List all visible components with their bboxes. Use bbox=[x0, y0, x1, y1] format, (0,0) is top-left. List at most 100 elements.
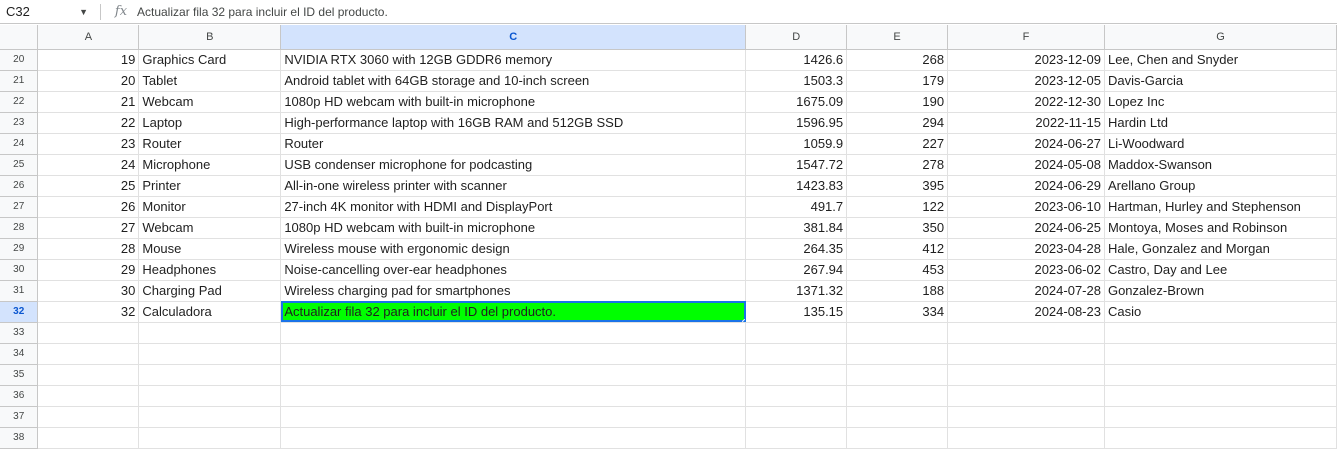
cell-g34[interactable] bbox=[1104, 343, 1337, 365]
cell-c20[interactable]: NVIDIA RTX 3060 with 12GB GDDR6 memory bbox=[280, 49, 747, 71]
row-header[interactable]: 28 bbox=[0, 217, 39, 239]
cell-f24[interactable]: 2024-06-27 bbox=[947, 133, 1105, 155]
cell-b38[interactable] bbox=[138, 427, 282, 449]
cell-b32[interactable]: Calculadora bbox=[138, 301, 282, 323]
cell-b35[interactable] bbox=[138, 364, 282, 386]
cell-b36[interactable] bbox=[138, 385, 282, 407]
cell-d38[interactable] bbox=[745, 427, 848, 449]
cell-d27[interactable]: 491.7 bbox=[745, 196, 848, 218]
row-header[interactable]: 29 bbox=[0, 238, 39, 260]
name-box[interactable]: C32 ▼ bbox=[0, 1, 96, 23]
cell-a21[interactable]: 20 bbox=[37, 70, 140, 92]
row-header[interactable]: 35 bbox=[0, 364, 39, 386]
cell-a34[interactable] bbox=[37, 343, 140, 365]
row-header[interactable]: 23 bbox=[0, 112, 39, 134]
cell-b20[interactable]: Graphics Card bbox=[138, 49, 282, 71]
cell-c26[interactable]: All-in-one wireless printer with scanner bbox=[280, 175, 747, 197]
cell-e33[interactable] bbox=[846, 322, 949, 344]
cell-c38[interactable] bbox=[280, 427, 747, 449]
cell-a33[interactable] bbox=[37, 322, 140, 344]
cell-g26[interactable]: Arellano Group bbox=[1104, 175, 1337, 197]
dropdown-caret-icon[interactable]: ▼ bbox=[79, 7, 88, 17]
cell-c30[interactable]: Noise-cancelling over-ear headphones bbox=[280, 259, 747, 281]
row-header[interactable]: 30 bbox=[0, 259, 39, 281]
cell-d36[interactable] bbox=[745, 385, 848, 407]
row-header[interactable]: 33 bbox=[0, 322, 39, 344]
cell-a35[interactable] bbox=[37, 364, 140, 386]
cell-f29[interactable]: 2023-04-28 bbox=[947, 238, 1105, 260]
cell-d35[interactable] bbox=[745, 364, 848, 386]
cell-a30[interactable]: 29 bbox=[37, 259, 140, 281]
cell-a24[interactable]: 23 bbox=[37, 133, 140, 155]
cell-b37[interactable] bbox=[138, 406, 282, 428]
cell-c37[interactable] bbox=[280, 406, 747, 428]
cell-g25[interactable]: Maddox-Swanson bbox=[1104, 154, 1337, 176]
row-header[interactable]: 21 bbox=[0, 70, 39, 92]
cell-d25[interactable]: 1547.72 bbox=[745, 154, 848, 176]
cell-e38[interactable] bbox=[846, 427, 949, 449]
formula-input[interactable]: Actualizar fila 32 para incluir el ID de… bbox=[135, 5, 388, 19]
cell-d30[interactable]: 267.94 bbox=[745, 259, 848, 281]
cell-a23[interactable]: 22 bbox=[37, 112, 140, 134]
cell-d26[interactable]: 1423.83 bbox=[745, 175, 848, 197]
cell-d37[interactable] bbox=[745, 406, 848, 428]
cell-g27[interactable]: Hartman, Hurley and Stephenson bbox=[1104, 196, 1337, 218]
cell-f20[interactable]: 2023-12-09 bbox=[947, 49, 1105, 71]
column-header-e[interactable]: E bbox=[846, 25, 949, 50]
cell-f22[interactable]: 2022-12-30 bbox=[947, 91, 1105, 113]
row-header[interactable]: 26 bbox=[0, 175, 39, 197]
cell-c33[interactable] bbox=[280, 322, 747, 344]
cell-d20[interactable]: 1426.6 bbox=[745, 49, 848, 71]
cell-b24[interactable]: Router bbox=[138, 133, 282, 155]
cell-g36[interactable] bbox=[1104, 385, 1337, 407]
cell-e29[interactable]: 412 bbox=[846, 238, 949, 260]
cell-b22[interactable]: Webcam bbox=[138, 91, 282, 113]
cell-d22[interactable]: 1675.09 bbox=[745, 91, 848, 113]
column-header-g[interactable]: G bbox=[1104, 25, 1337, 50]
cell-c31[interactable]: Wireless charging pad for smartphones bbox=[280, 280, 747, 302]
cell-c22[interactable]: 1080p HD webcam with built-in microphone bbox=[280, 91, 747, 113]
cell-f30[interactable]: 2023-06-02 bbox=[947, 259, 1105, 281]
cell-c21[interactable]: Android tablet with 64GB storage and 10-… bbox=[280, 70, 747, 92]
cell-d28[interactable]: 381.84 bbox=[745, 217, 848, 239]
cell-g30[interactable]: Castro, Day and Lee bbox=[1104, 259, 1337, 281]
cell-e22[interactable]: 190 bbox=[846, 91, 949, 113]
cell-f34[interactable] bbox=[947, 343, 1105, 365]
cell-f26[interactable]: 2024-06-29 bbox=[947, 175, 1105, 197]
cell-g38[interactable] bbox=[1104, 427, 1337, 449]
cell-f23[interactable]: 2022-11-15 bbox=[947, 112, 1105, 134]
column-header-c[interactable]: C bbox=[280, 25, 747, 50]
cell-f31[interactable]: 2024-07-28 bbox=[947, 280, 1105, 302]
cell-c28[interactable]: 1080p HD webcam with built-in microphone bbox=[280, 217, 747, 239]
cell-a28[interactable]: 27 bbox=[37, 217, 140, 239]
cell-a22[interactable]: 21 bbox=[37, 91, 140, 113]
cell-e36[interactable] bbox=[846, 385, 949, 407]
column-header-a[interactable]: A bbox=[37, 25, 140, 50]
cell-c24[interactable]: Router bbox=[280, 133, 747, 155]
cell-b21[interactable]: Tablet bbox=[138, 70, 282, 92]
cell-d29[interactable]: 264.35 bbox=[745, 238, 848, 260]
name-box-value[interactable]: C32 bbox=[6, 4, 30, 19]
cell-a38[interactable] bbox=[37, 427, 140, 449]
cell-c29[interactable]: Wireless mouse with ergonomic design bbox=[280, 238, 747, 260]
cell-f35[interactable] bbox=[947, 364, 1105, 386]
cell-f32[interactable]: 2024-08-23 bbox=[947, 301, 1105, 323]
cell-f33[interactable] bbox=[947, 322, 1105, 344]
cell-g29[interactable]: Hale, Gonzalez and Morgan bbox=[1104, 238, 1337, 260]
row-header[interactable]: 37 bbox=[0, 406, 39, 428]
cell-b23[interactable]: Laptop bbox=[138, 112, 282, 134]
row-header[interactable]: 27 bbox=[0, 196, 39, 218]
cell-b30[interactable]: Headphones bbox=[138, 259, 282, 281]
cell-b28[interactable]: Webcam bbox=[138, 217, 282, 239]
cell-a32[interactable]: 32 bbox=[37, 301, 140, 323]
cell-e34[interactable] bbox=[846, 343, 949, 365]
cell-d24[interactable]: 1059.9 bbox=[745, 133, 848, 155]
cell-e35[interactable] bbox=[846, 364, 949, 386]
cell-b29[interactable]: Mouse bbox=[138, 238, 282, 260]
cell-f27[interactable]: 2023-06-10 bbox=[947, 196, 1105, 218]
cell-f28[interactable]: 2024-06-25 bbox=[947, 217, 1105, 239]
column-header-d[interactable]: D bbox=[745, 25, 848, 50]
row-header[interactable]: 38 bbox=[0, 427, 39, 449]
cell-g35[interactable] bbox=[1104, 364, 1337, 386]
cell-d34[interactable] bbox=[745, 343, 848, 365]
